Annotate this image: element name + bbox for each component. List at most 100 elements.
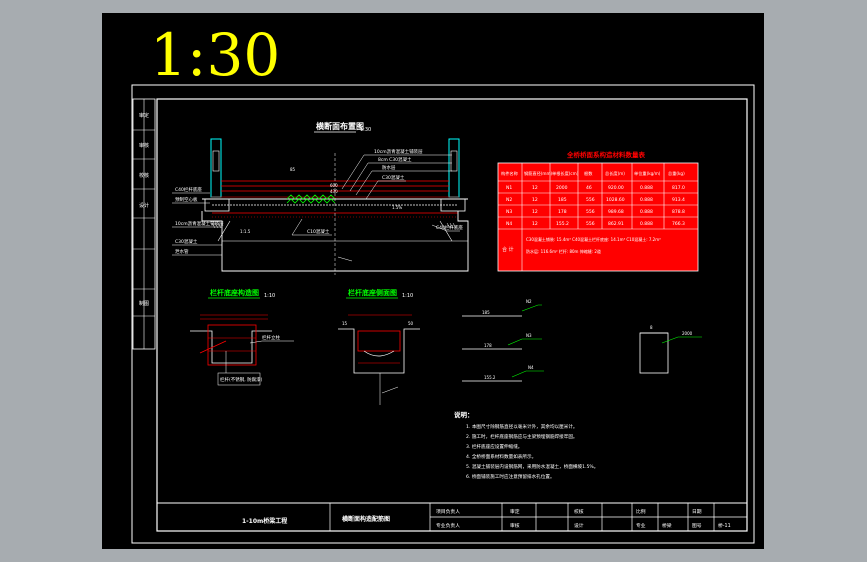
title-block: 1-10m桥梁工程 横断面构造配筋图 项目负责人 专业负责人 审定 审核 校核 … [157, 502, 747, 531]
svg-text:8cm C30混凝土: 8cm C30混凝土 [378, 156, 412, 163]
svg-text:766.3: 766.3 [672, 221, 685, 227]
detail-left: 栏杆底座构造图 1:10 栏杆立柱 栏杆(不锈钢, 防腐漆) [190, 288, 294, 386]
svg-text:0.888: 0.888 [640, 197, 653, 203]
svg-text:C30混凝土铺装: 15.4m³ C40混凝土栏杆底座:: C30混凝土铺装: 15.4m³ C40混凝土栏杆底座: 14.1m³ C10混… [526, 236, 661, 242]
svg-text:1:10: 1:10 [402, 293, 413, 299]
svg-text:N1: N1 [506, 185, 512, 191]
svg-text:12: 12 [532, 197, 538, 203]
svg-text:防水层: 116.6m² 栏杆: 80m 伸缩缝:: 防水层: 116.6m² 栏杆: 80m 伸缩缝: 2道 [526, 248, 601, 254]
svg-text:6. 桥面铺装施工时应注意预留排水孔位置。: 6. 桥面铺装施工时应注意预留排水孔位置。 [466, 473, 555, 480]
svg-text:栏杆底座构造图: 栏杆底座构造图 [210, 288, 259, 297]
svg-text:总重(kg): 总重(kg) [668, 170, 685, 176]
svg-text:10cm沥青混凝土铺装层: 10cm沥青混凝土铺装层 [175, 220, 224, 227]
svg-text:N3: N3 [506, 209, 512, 215]
svg-text:日期: 日期 [692, 509, 702, 515]
svg-text:专业负责人: 专业负责人 [436, 522, 460, 529]
svg-text:430: 430 [330, 189, 338, 194]
svg-text:比例: 比例 [636, 508, 646, 515]
svg-text:556: 556 [586, 197, 595, 203]
svg-text:预制空心板: 预制空心板 [175, 196, 198, 203]
svg-text:防水层: 防水层 [382, 164, 396, 171]
svg-text:N4: N4 [506, 221, 512, 227]
svg-text:N4: N4 [528, 365, 534, 370]
svg-text:1028.60: 1028.60 [606, 197, 625, 203]
svg-text:构件名称: 构件名称 [501, 170, 518, 177]
materials-table: 全桥桥面系构造材料数量表 构件名称 钢筋直径(mm) 单根长度(cm) 根数 总… [497, 150, 699, 272]
svg-text:1.5%: 1.5% [392, 205, 402, 210]
table-title: 全桥桥面系构造材料数量表 [566, 150, 646, 159]
cad-viewport[interactable]: 1:30 审定 审核 校核 设计 制图 横断面布置图 1:30 10cm沥青混凝… [0, 0, 867, 562]
svg-text:5. 混凝土铺装层内设钢筋网，采用防水混凝土，桥面横坡1.5: 5. 混凝土铺装层内设钢筋网，采用防水混凝土，桥面横坡1.5%。 [466, 463, 598, 470]
cross-section-drawing: 横断面布置图 1:30 10cm沥青混凝土铺装层 8cm C30混凝土 防水层 … [172, 121, 469, 275]
scale-label: 1:30 [150, 21, 280, 89]
svg-text:185: 185 [482, 310, 490, 315]
svg-text:C40栏杆底座: C40栏杆底座 [175, 186, 202, 193]
svg-text:920.00: 920.00 [608, 185, 624, 191]
svg-text:设计: 设计 [574, 522, 584, 529]
svg-text:合 计: 合 计 [502, 246, 514, 253]
svg-text:0.888: 0.888 [640, 185, 653, 191]
svg-text:项目负责人: 项目负责人 [436, 508, 460, 515]
cad-drawing: 1:30 审定 审核 校核 设计 制图 横断面布置图 1:30 10cm沥青混凝… [131, 21, 755, 544]
main-title: 横断面布置图 [316, 121, 364, 131]
svg-text:50: 50 [408, 321, 414, 326]
svg-text:3. 栏杆底座应设置伸缩缝。: 3. 栏杆底座应设置伸缩缝。 [466, 443, 522, 450]
svg-text:N2: N2 [506, 197, 512, 203]
svg-text:2. 施工时，栏杆底座钢筋应与主梁预埋钢筋焊接牢固。: 2. 施工时，栏杆底座钢筋应与主梁预埋钢筋焊接牢固。 [466, 433, 578, 440]
detail-right: 栏杆底座侧面图 1:10 15 50 [338, 288, 420, 405]
svg-text:85: 85 [290, 167, 296, 172]
sheet-number: 桥-11 [718, 522, 731, 529]
svg-text:600: 600 [330, 183, 338, 188]
svg-text:制图: 制图 [139, 300, 149, 307]
svg-text:1:10: 1:10 [264, 293, 275, 299]
svg-text:C40栏杆底座: C40栏杆底座 [436, 224, 463, 231]
svg-text:989.68: 989.68 [608, 209, 624, 215]
svg-text:栏杆底座侧面图: 栏杆底座侧面图 [348, 288, 397, 297]
drawing-name: 横断面构造配筋图 [342, 515, 390, 523]
svg-text:10cm沥青混凝土铺装层: 10cm沥青混凝土铺装层 [374, 148, 423, 155]
svg-text:校核: 校核 [574, 508, 584, 515]
svg-text:栏杆(不锈钢, 防腐漆): 栏杆(不锈钢, 防腐漆) [220, 376, 263, 383]
svg-text:图号: 图号 [692, 523, 702, 529]
svg-text:12: 12 [532, 221, 538, 227]
svg-text:8: 8 [650, 325, 653, 330]
svg-text:桥梁: 桥梁 [662, 522, 672, 529]
svg-text:185: 185 [558, 197, 567, 203]
svg-text:校核: 校核 [139, 172, 149, 179]
svg-text:栏杆立柱: 栏杆立柱 [262, 334, 280, 341]
drawing-canvas[interactable]: 1:30 审定 审核 校核 设计 制图 横断面布置图 1:30 10cm沥青混凝… [102, 13, 764, 549]
rebar-shapes: 185 N2 178 N3 155.2 N4 2000 8 [462, 299, 702, 382]
svg-text:155.2: 155.2 [484, 375, 496, 380]
left-strip: 审定 审核 校核 设计 制图 [132, 98, 156, 350]
svg-text:862.91: 862.91 [608, 221, 624, 227]
svg-text:专业: 专业 [636, 522, 646, 529]
svg-text:总长度(m): 总长度(m) [605, 170, 625, 177]
svg-text:878.8: 878.8 [672, 209, 685, 215]
svg-text:泄水管: 泄水管 [175, 248, 189, 255]
svg-text:钢筋直径(mm): 钢筋直径(mm) [524, 170, 553, 177]
svg-text:审核: 审核 [510, 522, 520, 529]
svg-text:12: 12 [532, 185, 538, 191]
outer-border [131, 84, 755, 544]
svg-text:2000: 2000 [556, 185, 568, 191]
svg-text:1:30: 1:30 [360, 127, 371, 133]
svg-text:C10混凝土: C10混凝土 [307, 228, 330, 235]
svg-text:N2: N2 [526, 299, 532, 304]
svg-text:设计: 设计 [139, 202, 149, 209]
svg-text:817.0: 817.0 [672, 185, 685, 191]
svg-text:审核: 审核 [139, 142, 149, 149]
svg-text:单位重(kg/m): 单位重(kg/m) [634, 170, 661, 177]
svg-text:根数: 根数 [584, 170, 593, 177]
svg-text:178: 178 [484, 343, 492, 348]
svg-text:15: 15 [342, 321, 348, 326]
svg-text:556: 556 [586, 221, 595, 227]
svg-text:4. 全桥桥面系材料数量如表所示。: 4. 全桥桥面系材料数量如表所示。 [466, 453, 536, 460]
svg-text:46: 46 [586, 185, 592, 191]
svg-text:审定: 审定 [510, 508, 520, 515]
svg-text:1:1.5: 1:1.5 [240, 229, 251, 234]
svg-text:0.888: 0.888 [640, 221, 653, 227]
svg-text:C30混凝土: C30混凝土 [382, 174, 405, 181]
svg-text:2000: 2000 [682, 331, 693, 336]
svg-text:审定: 审定 [139, 112, 149, 119]
svg-text:178: 178 [558, 209, 567, 215]
